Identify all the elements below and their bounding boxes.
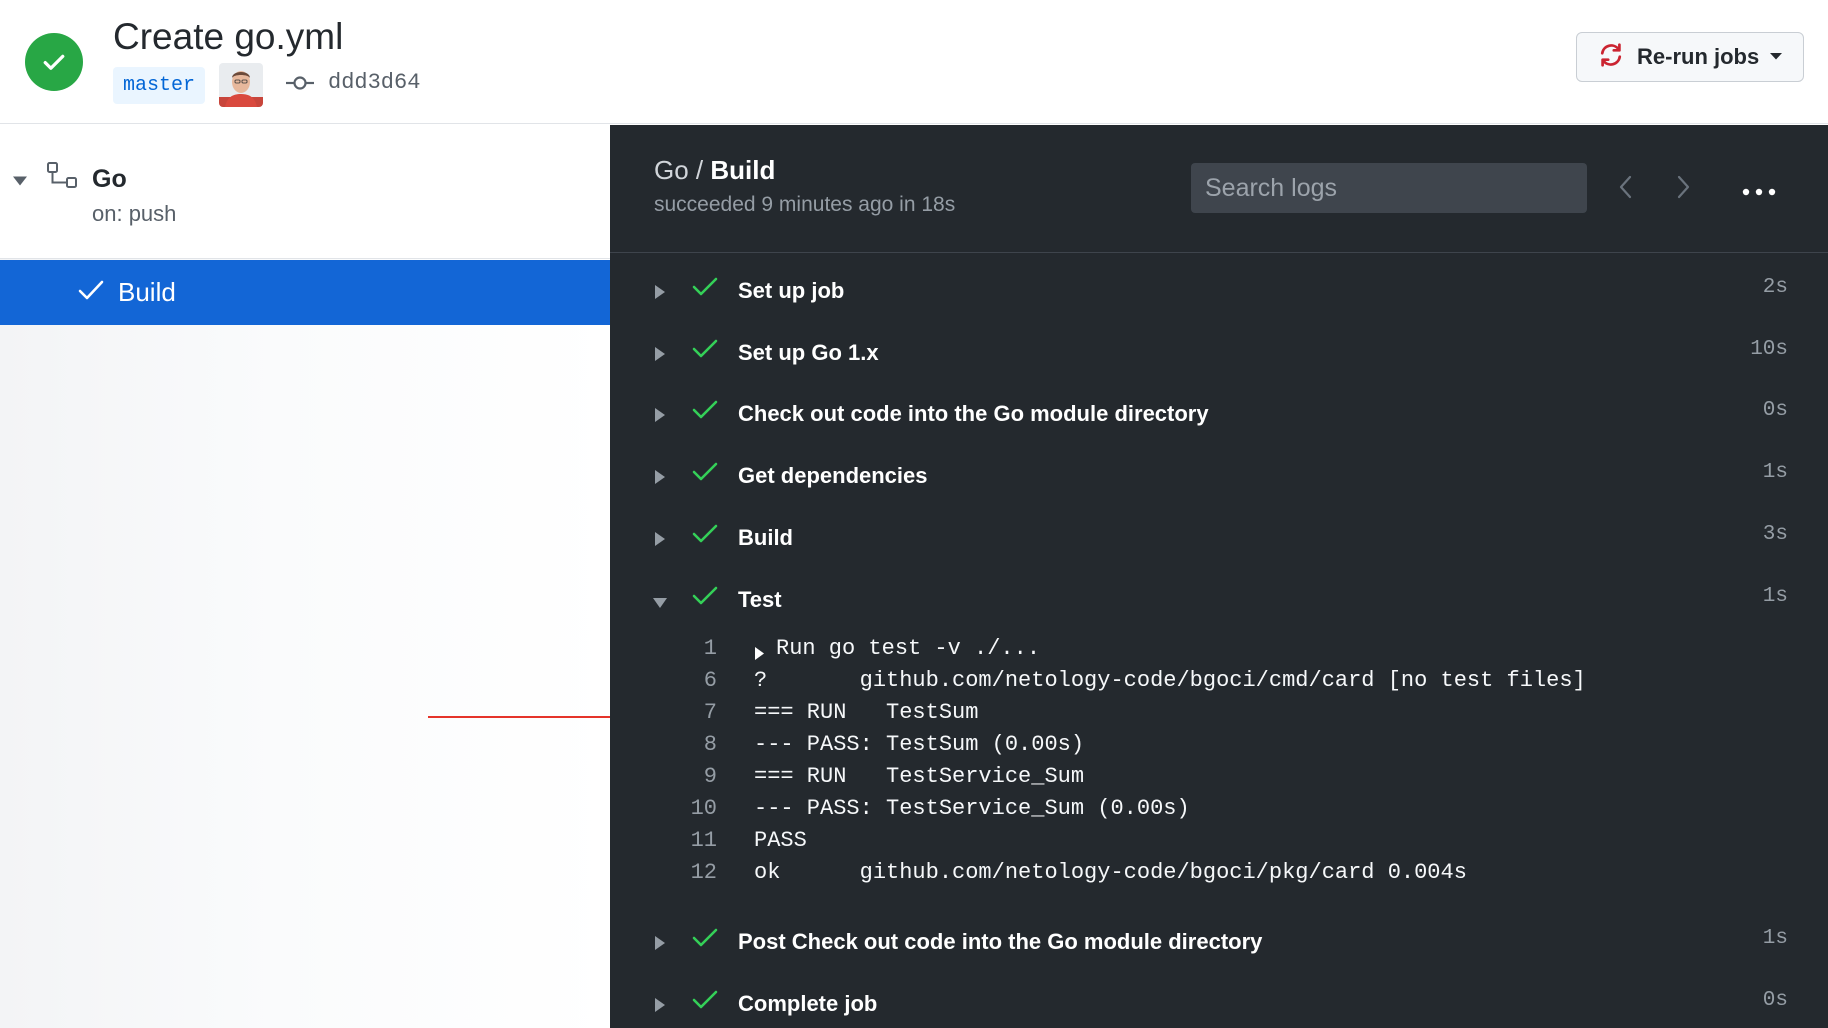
triangle-down-icon xyxy=(1769,48,1783,66)
check-icon xyxy=(692,989,718,1016)
step-name: Set up job xyxy=(738,278,845,303)
git-commit-icon xyxy=(285,73,315,98)
log-line-text: ok github.com/netology-code/bgoci/pkg/ca… xyxy=(754,860,1467,885)
line-number: 12 xyxy=(690,860,717,885)
step-name: Set up Go 1.x xyxy=(738,340,879,365)
workflow-trigger: on: push xyxy=(92,201,177,226)
check-icon xyxy=(692,338,718,365)
line-number: 8 xyxy=(703,732,717,757)
log-line: 7 === RUN TestSum xyxy=(610,697,1828,729)
collapse-caret-icon xyxy=(652,596,668,614)
avatar[interactable] xyxy=(219,63,263,107)
log-line: 9 === RUN TestService_Sum xyxy=(610,761,1828,793)
log-line: 11 PASS xyxy=(610,825,1828,857)
log-line: 12 ok github.com/netology-code/bgoci/pkg… xyxy=(610,857,1828,889)
rerun-jobs-label: Re-run jobs xyxy=(1637,44,1760,69)
step-duration: 0s xyxy=(1762,399,1788,422)
rerun-jobs-button[interactable]: Re-run jobs xyxy=(1576,32,1804,82)
log-header: Go / Build succeeded 9 minutes ago in 18… xyxy=(610,125,1828,253)
log-line-text: === RUN TestSum xyxy=(754,700,979,725)
workflow-group[interactable]: Go on: push xyxy=(0,125,610,259)
log-line-text: Run go test -v ./... xyxy=(776,636,1041,661)
step-build[interactable]: Build 3s xyxy=(610,517,1828,561)
expand-caret-icon xyxy=(654,407,666,428)
log-line: 8 --- PASS: TestSum (0.00s) xyxy=(610,729,1828,761)
log-line: 10 --- PASS: TestService_Sum (0.00s) xyxy=(610,793,1828,825)
check-icon xyxy=(692,523,718,550)
log-line-text: PASS xyxy=(754,828,807,853)
log-title: Go / Build xyxy=(654,155,775,186)
step-name: Build xyxy=(738,525,793,550)
kebab-horizontal-icon[interactable] xyxy=(1742,183,1776,201)
annotation-arrow xyxy=(428,709,632,730)
line-number: 1 xyxy=(703,636,717,661)
workflow-sidebar: Go on: push Build xyxy=(0,125,631,1028)
log-line-text: === RUN TestService_Sum xyxy=(754,764,1085,789)
workflow-icon xyxy=(46,161,80,196)
log-line-text: --- PASS: TestService_Sum (0.00s) xyxy=(754,796,1190,821)
expand-caret-icon xyxy=(654,346,666,367)
sidebar-job-build[interactable]: Build xyxy=(0,260,610,325)
log-subtitle: succeeded 9 minutes ago in 18s xyxy=(654,193,956,216)
run-header: Create go.yml master ddd3d64 Re-run jobs xyxy=(0,0,1828,124)
check-icon xyxy=(692,276,718,303)
log-title-separator: / xyxy=(695,155,704,185)
step-duration: 2s xyxy=(1762,276,1788,299)
step-name: Post Check out code into the Go module d… xyxy=(738,929,1263,954)
sidebar-job-label: Build xyxy=(118,277,176,307)
step-duration: 1s xyxy=(1762,461,1788,484)
search-logs-input[interactable] xyxy=(1191,163,1587,213)
expand-caret-icon xyxy=(654,284,666,305)
step-duration: 3s xyxy=(1762,523,1788,546)
line-number: 11 xyxy=(690,828,717,853)
line-number: 9 xyxy=(703,764,717,789)
line-number: 6 xyxy=(703,668,717,693)
check-icon xyxy=(692,927,718,954)
check-icon xyxy=(692,461,718,488)
log-line[interactable]: 1 Run go test -v ./... xyxy=(610,633,1828,665)
step-set-up-go[interactable]: Set up Go 1.x 10s xyxy=(610,332,1828,376)
step-test[interactable]: Test 1s xyxy=(610,579,1828,623)
step-check-out-code[interactable]: Check out code into the Go module direct… xyxy=(610,393,1828,437)
run-title: Create go.yml xyxy=(113,16,344,57)
check-icon xyxy=(78,279,104,306)
log-line: 6 ? github.com/netology-code/bgoci/cmd/c… xyxy=(610,665,1828,697)
job-log-panel: Go / Build succeeded 9 minutes ago in 18… xyxy=(610,125,1828,1028)
workflow-name: Go xyxy=(92,165,127,193)
collapse-caret-icon[interactable] xyxy=(12,174,28,192)
step-name: Check out code into the Go module direct… xyxy=(738,401,1209,426)
commit-sha-link[interactable]: ddd3d64 xyxy=(328,70,420,95)
expand-caret-icon xyxy=(654,935,666,956)
log-title-job: Build xyxy=(710,155,776,185)
step-duration: 10s xyxy=(1750,338,1788,361)
step-name: Test xyxy=(738,587,782,612)
step-duration: 1s xyxy=(1762,927,1788,950)
step-duration: 1s xyxy=(1762,585,1788,608)
success-check-circle-icon xyxy=(25,33,83,91)
step-set-up-job[interactable]: Set up job 2s xyxy=(610,270,1828,314)
line-number: 7 xyxy=(703,700,717,725)
sync-icon xyxy=(1597,41,1625,74)
step-get-dependencies[interactable]: Get dependencies 1s xyxy=(610,455,1828,499)
step-complete-job[interactable]: Complete job 0s xyxy=(610,983,1828,1027)
log-line-text: ? github.com/netology-code/bgoci/cmd/car… xyxy=(754,668,1586,693)
log-line-text: --- PASS: TestSum (0.00s) xyxy=(754,732,1085,757)
step-name: Complete job xyxy=(738,991,878,1016)
expand-caret-icon xyxy=(654,469,666,490)
step-duration: 0s xyxy=(1762,989,1788,1012)
log-title-workflow: Go xyxy=(654,155,689,185)
line-number: 10 xyxy=(690,796,717,821)
step-name: Get dependencies xyxy=(738,463,928,488)
expand-caret-icon xyxy=(654,531,666,552)
check-icon xyxy=(692,585,718,612)
check-icon xyxy=(692,399,718,426)
step-post-check-out[interactable]: Post Check out code into the Go module d… xyxy=(610,921,1828,965)
chevron-left-icon[interactable] xyxy=(1618,174,1632,205)
expand-caret-icon xyxy=(654,997,666,1018)
chevron-right-icon[interactable] xyxy=(1677,174,1691,205)
branch-tag[interactable]: master xyxy=(113,67,206,104)
